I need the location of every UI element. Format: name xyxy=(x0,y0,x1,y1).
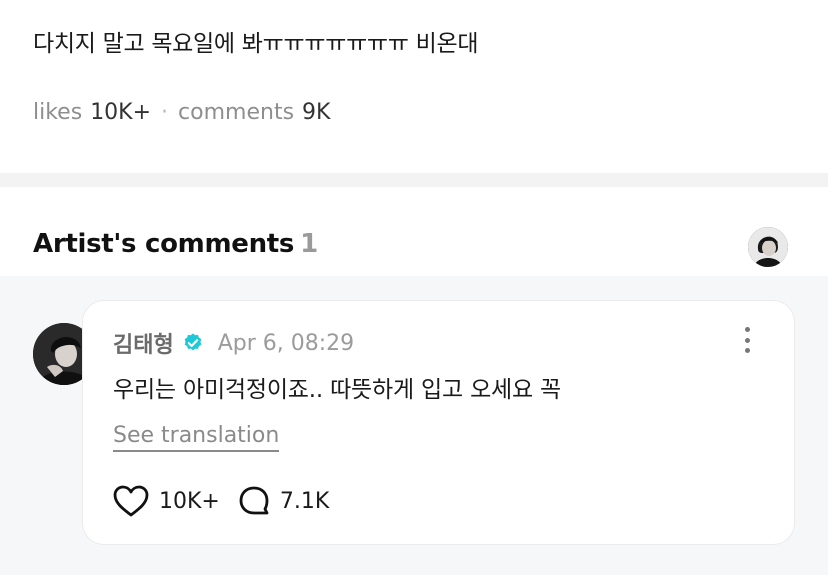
artist-comments-count: 1 xyxy=(300,229,318,259)
comment-actions: 10K+ 7.1K xyxy=(113,485,329,517)
artist-comments-heading: Artist's comments 1 xyxy=(33,229,318,259)
comment-author-name[interactable]: 김태형 xyxy=(113,327,174,359)
artist-avatar-small[interactable] xyxy=(748,227,788,267)
comment-timestamp: Apr 6, 08:29 xyxy=(217,330,355,356)
comments-count[interactable]: 9K xyxy=(302,100,330,125)
post-body-text: 다치지 말고 목요일에 봐ㅠㅠㅠㅠㅠㅠㅠ 비온대 xyxy=(33,31,479,57)
likes-count: 10K+ xyxy=(90,100,152,125)
section-divider xyxy=(0,173,828,187)
heart-outline-icon xyxy=(113,485,149,517)
artist-comment-card: 김태형 Apr 6, 08:29 우리는 아미걱정이죠.. 따뜻하게 입고 오세… xyxy=(82,300,795,545)
comment-header: 김태형 Apr 6, 08:29 xyxy=(113,327,354,359)
comment-likes-count: 10K+ xyxy=(159,488,220,514)
artist-comments-title: Artist's comments xyxy=(33,229,295,259)
post-stats: likes 10K+ · comments 9K xyxy=(33,100,330,125)
reply-button[interactable]: 7.1K xyxy=(238,485,329,517)
verified-badge-icon xyxy=(182,332,204,354)
see-translation-link[interactable]: See translation xyxy=(113,423,280,452)
stats-separator: · xyxy=(161,100,169,125)
comments-label[interactable]: comments xyxy=(178,100,294,125)
like-button[interactable]: 10K+ xyxy=(113,485,220,517)
speech-bubble-icon xyxy=(238,485,270,517)
comment-replies-count: 7.1K xyxy=(279,488,330,514)
likes-label: likes xyxy=(33,100,83,125)
more-vertical-icon[interactable] xyxy=(742,327,752,353)
comment-text: 우리는 아미걱정이죠.. 따뜻하게 입고 오세요 꼭 xyxy=(113,377,562,403)
